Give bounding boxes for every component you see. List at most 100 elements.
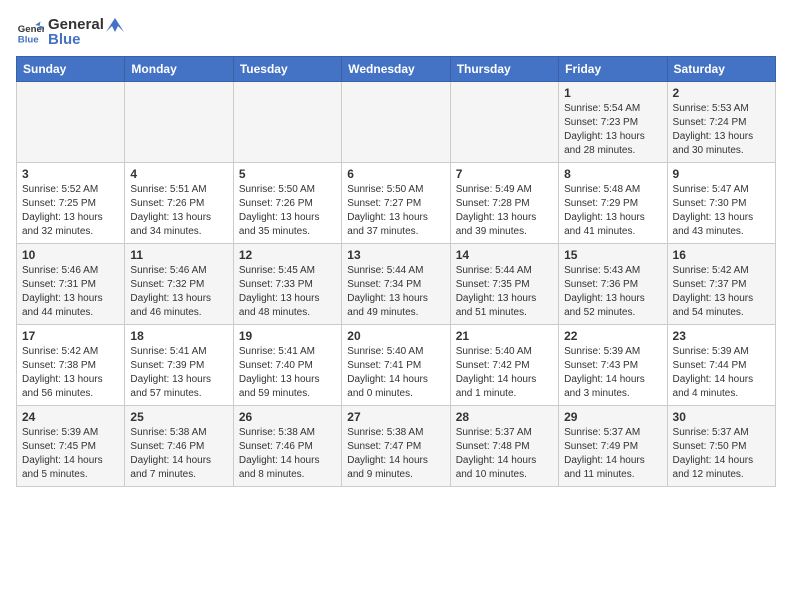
calendar-cell: 13 Sunrise: 5:44 AM Sunset: 7:34 PM Dayli… [342,244,450,325]
day-info: Sunrise: 5:39 AM Sunset: 7:45 PM Dayligh… [22,426,119,482]
day-number: 27 [347,410,444,424]
day-number: 5 [239,167,336,181]
calendar-cell: 30Sunrise: 5:37 AM Sunset: 7:50 PM Dayli… [667,406,775,487]
day-info: Sunrise: 5:50 AM Sunset: 7:27 PM Dayligh… [347,183,444,239]
day-info: Sunrise: 5:53 AM Sunset: 7:24 PM Dayligh… [673,102,770,158]
calendar-cell [450,82,558,163]
calendar-cell: 25 Sunrise: 5:38 AM Sunset: 7:46 PM Dayli… [125,406,233,487]
weekday-header-thursday: Thursday [450,57,558,82]
calendar-cell: 29 Sunrise: 5:37 AM Sunset: 7:49 PM Dayli… [559,406,667,487]
day-info: Sunrise: 5:50 AM Sunset: 7:26 PM Dayligh… [239,183,336,239]
day-number: 7 [456,167,553,181]
day-info: Sunrise: 5:44 AM Sunset: 7:35 PM Dayligh… [456,264,553,320]
day-info: Sunrise: 5:47 AM Sunset: 7:30 PM Dayligh… [673,183,770,239]
day-info: Sunrise: 5:51 AM Sunset: 7:26 PM Dayligh… [130,183,227,239]
week-row-5: 24 Sunrise: 5:39 AM Sunset: 7:45 PM Dayli… [17,406,776,487]
day-info: Sunrise: 5:41 AM Sunset: 7:40 PM Dayligh… [239,345,336,401]
weekday-header-saturday: Saturday [667,57,775,82]
day-info: Sunrise: 5:38 AM Sunset: 7:46 PM Dayligh… [239,426,336,482]
day-number: 11 [130,248,227,262]
calendar-cell: 4 Sunrise: 5:51 AM Sunset: 7:26 PM Daylig… [125,163,233,244]
day-number: 29 [564,410,661,424]
weekday-header-tuesday: Tuesday [233,57,341,82]
calendar-cell: 14Sunrise: 5:44 AM Sunset: 7:35 PM Dayli… [450,244,558,325]
day-info: Sunrise: 5:42 AM Sunset: 7:38 PM Dayligh… [22,345,119,401]
day-number: 18 [130,329,227,343]
weekday-header-friday: Friday [559,57,667,82]
day-number: 15 [564,248,661,262]
calendar-cell: 10Sunrise: 5:46 AM Sunset: 7:31 PM Dayli… [17,244,125,325]
day-number: 21 [456,329,553,343]
calendar-cell: 9 Sunrise: 5:47 AM Sunset: 7:30 PM Daylig… [667,163,775,244]
day-number: 8 [564,167,661,181]
calendar-cell: 19Sunrise: 5:41 AM Sunset: 7:40 PM Dayli… [233,325,341,406]
day-info: Sunrise: 5:38 AM Sunset: 7:47 PM Dayligh… [347,426,444,482]
calendar-cell [342,82,450,163]
calendar-cell: 5 Sunrise: 5:50 AM Sunset: 7:26 PM Daylig… [233,163,341,244]
calendar-cell: 17 Sunrise: 5:42 AM Sunset: 7:38 PM Dayli… [17,325,125,406]
day-number: 17 [22,329,119,343]
day-info: Sunrise: 5:37 AM Sunset: 7:50 PM Dayligh… [673,426,770,482]
calendar-cell: 3 Sunrise: 5:52 AM Sunset: 7:25 PM Daylig… [17,163,125,244]
day-number: 4 [130,167,227,181]
calendar-cell [17,82,125,163]
day-number: 13 [347,248,444,262]
day-number: 23 [673,329,770,343]
calendar-cell: 20 Sunrise: 5:40 AM Sunset: 7:41 PM Dayli… [342,325,450,406]
day-number: 6 [347,167,444,181]
day-number: 25 [130,410,227,424]
day-info: Sunrise: 5:49 AM Sunset: 7:28 PM Dayligh… [456,183,553,239]
svg-text:General: General [18,24,44,35]
day-info: Sunrise: 5:40 AM Sunset: 7:42 PM Dayligh… [456,345,553,401]
calendar-cell: 23 Sunrise: 5:39 AM Sunset: 7:44 PM Dayli… [667,325,775,406]
calendar-cell: 12Sunrise: 5:45 AM Sunset: 7:33 PM Dayli… [233,244,341,325]
day-number: 9 [673,167,770,181]
calendar-cell: 27 Sunrise: 5:38 AM Sunset: 7:47 PM Dayli… [342,406,450,487]
day-info: Sunrise: 5:52 AM Sunset: 7:25 PM Dayligh… [22,183,119,239]
svg-text:Blue: Blue [18,35,39,46]
calendar-cell [233,82,341,163]
day-info: Sunrise: 5:46 AM Sunset: 7:32 PM Dayligh… [130,264,227,320]
day-info: Sunrise: 5:37 AM Sunset: 7:49 PM Dayligh… [564,426,661,482]
calendar-cell [125,82,233,163]
calendar-cell: 11 Sunrise: 5:46 AM Sunset: 7:32 PM Dayli… [125,244,233,325]
header: General Blue General Blue [16,16,776,48]
calendar-cell: 6 Sunrise: 5:50 AM Sunset: 7:27 PM Daylig… [342,163,450,244]
calendar-cell: 24 Sunrise: 5:39 AM Sunset: 7:45 PM Dayli… [17,406,125,487]
day-number: 24 [22,410,119,424]
day-number: 10 [22,248,119,262]
logo-icon: General Blue [16,18,44,46]
logo-arrow-icon [106,18,124,32]
calendar-cell: 18 Sunrise: 5:41 AM Sunset: 7:39 PM Dayli… [125,325,233,406]
weekday-header-row: SundayMondayTuesdayWednesdayThursdayFrid… [17,57,776,82]
day-number: 16 [673,248,770,262]
weekday-header-monday: Monday [125,57,233,82]
day-info: Sunrise: 5:38 AM Sunset: 7:46 PM Dayligh… [130,426,227,482]
calendar-cell: 15 Sunrise: 5:43 AM Sunset: 7:36 PM Dayli… [559,244,667,325]
logo: General Blue General Blue [16,16,124,48]
day-info: Sunrise: 5:40 AM Sunset: 7:41 PM Dayligh… [347,345,444,401]
calendar-cell: 8 Sunrise: 5:48 AM Sunset: 7:29 PM Daylig… [559,163,667,244]
day-info: Sunrise: 5:48 AM Sunset: 7:29 PM Dayligh… [564,183,661,239]
week-row-1: 1Sunrise: 5:54 AM Sunset: 7:23 PM Daylig… [17,82,776,163]
day-number: 12 [239,248,336,262]
day-number: 26 [239,410,336,424]
calendar-cell: 22Sunrise: 5:39 AM Sunset: 7:43 PM Dayli… [559,325,667,406]
day-info: Sunrise: 5:41 AM Sunset: 7:39 PM Dayligh… [130,345,227,401]
calendar-cell: 16 Sunrise: 5:42 AM Sunset: 7:37 PM Dayli… [667,244,775,325]
calendar-cell: 1Sunrise: 5:54 AM Sunset: 7:23 PM Daylig… [559,82,667,163]
week-row-4: 17 Sunrise: 5:42 AM Sunset: 7:38 PM Dayli… [17,325,776,406]
day-info: Sunrise: 5:44 AM Sunset: 7:34 PM Dayligh… [347,264,444,320]
calendar-cell: 28Sunrise: 5:37 AM Sunset: 7:48 PM Dayli… [450,406,558,487]
day-info: Sunrise: 5:39 AM Sunset: 7:44 PM Dayligh… [673,345,770,401]
day-info: Sunrise: 5:43 AM Sunset: 7:36 PM Dayligh… [564,264,661,320]
day-number: 3 [22,167,119,181]
day-info: Sunrise: 5:42 AM Sunset: 7:37 PM Dayligh… [673,264,770,320]
calendar-cell: 7 Sunrise: 5:49 AM Sunset: 7:28 PM Daylig… [450,163,558,244]
weekday-header-sunday: Sunday [17,57,125,82]
day-number: 1 [564,86,661,100]
weekday-header-wednesday: Wednesday [342,57,450,82]
day-number: 20 [347,329,444,343]
day-number: 28 [456,410,553,424]
week-row-3: 10Sunrise: 5:46 AM Sunset: 7:31 PM Dayli… [17,244,776,325]
